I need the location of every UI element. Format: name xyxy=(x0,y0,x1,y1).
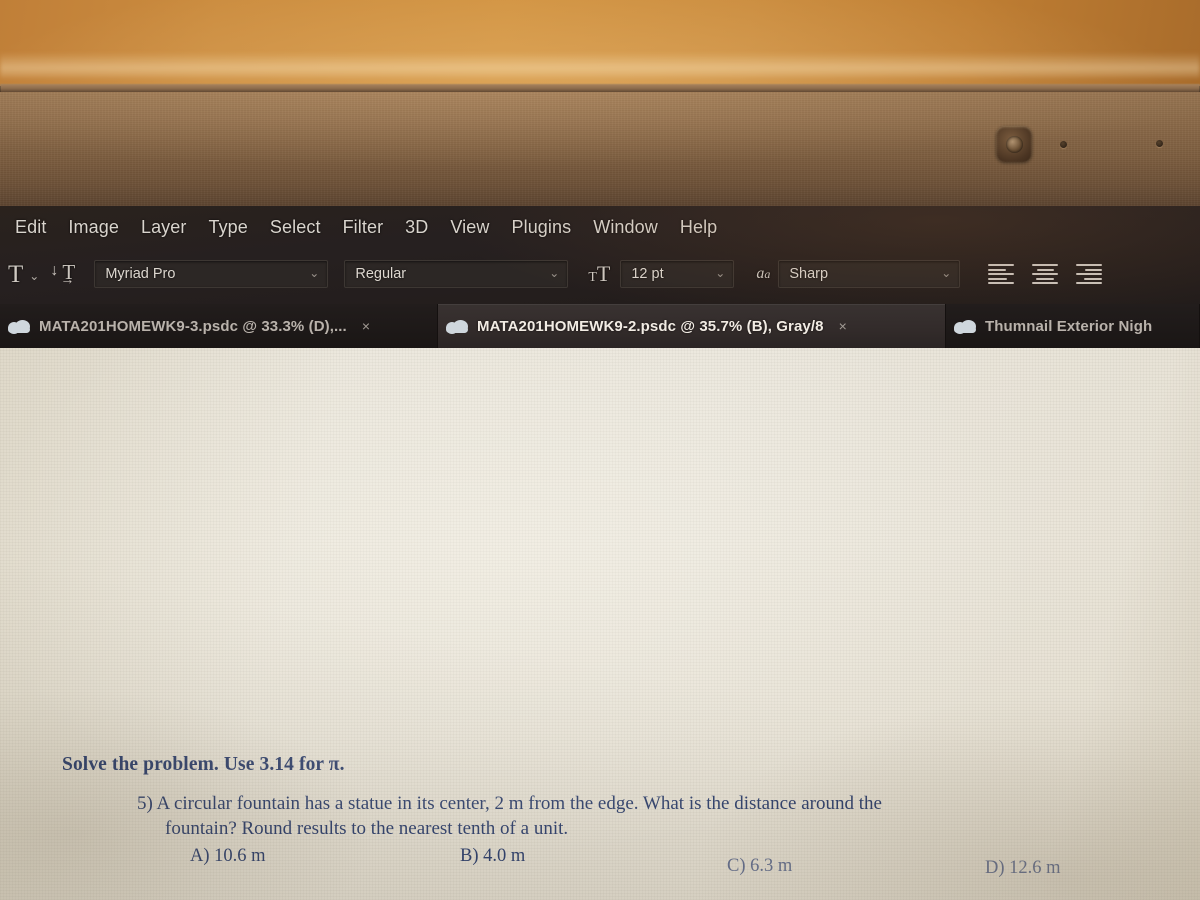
menu-item-help[interactable]: Help xyxy=(669,215,728,240)
webcam-lens-icon xyxy=(1006,136,1023,153)
q5-text-line-1: 5) A circular fountain has a statue in i… xyxy=(137,793,882,814)
menu-item-image[interactable]: Image xyxy=(57,215,130,240)
font-style-select[interactable]: Regular ⌄ xyxy=(344,260,569,288)
q5-option-a: A) 10.6 m xyxy=(190,846,266,866)
font-family-value: Myriad Pro xyxy=(105,266,176,282)
worksheet-content: Solve the problem. Use 3.14 for π. 5) A … xyxy=(0,348,1200,900)
font-style-value: Regular xyxy=(355,266,407,282)
arrow-right-icon: → xyxy=(60,271,75,287)
font-family-chevron-down-icon[interactable]: ⌄ xyxy=(309,266,319,280)
aa-icon-lower-a: a xyxy=(764,267,771,281)
paragraph-alignment-group xyxy=(984,261,1106,287)
menu-item-filter[interactable]: Filter xyxy=(332,215,395,240)
document-canvas[interactable]: Solve the problem. Use 3.14 for π. 5) A … xyxy=(0,348,1200,900)
menu-item-view[interactable]: View xyxy=(439,215,500,240)
q5-option-c: C) 6.3 m xyxy=(727,856,793,876)
type-tool-options-bar: T ⌄ ↓ T → Myriad Pro ⌄ Regular ⌄ TT 12 p… xyxy=(0,250,1200,298)
cloud-document-icon xyxy=(446,319,468,334)
anti-aliasing-chevron-down-icon[interactable]: ⌄ xyxy=(941,266,951,280)
font-size-icon-large-t: T xyxy=(596,261,611,286)
anti-aliasing-icon: aa xyxy=(756,265,770,283)
document-tab-2-close-icon[interactable]: × xyxy=(833,318,847,334)
cloud-document-icon xyxy=(8,319,30,334)
q5-heading: Solve the problem. Use 3.14 for π. xyxy=(62,754,345,775)
q5-option-d: D) 12.6 m xyxy=(985,858,1061,878)
anti-aliasing-value: Sharp xyxy=(789,266,829,282)
menu-item-type[interactable]: Type xyxy=(197,215,258,240)
arrow-down-icon: ↓ xyxy=(50,262,59,279)
menu-item-edit[interactable]: Edit xyxy=(4,215,57,240)
document-tab-2[interactable]: MATA201HOMEWK9-2.psdc @ 35.7% (B), Gray/… xyxy=(438,304,946,348)
microphone-hole-right xyxy=(1156,140,1163,147)
screenshot-root: Edit Image Layer Type Select Filter 3D V… xyxy=(0,0,1200,900)
document-tab-1-label: MATA201HOMEWK9-3.psdc @ 33.3% (D),... xyxy=(39,317,347,335)
font-size-icon-small-t: T xyxy=(588,270,597,285)
align-center-icon[interactable] xyxy=(1028,261,1062,287)
microphone-hole-left xyxy=(1060,141,1067,148)
cloud-document-icon xyxy=(954,319,976,334)
font-style-chevron-down-icon[interactable]: ⌄ xyxy=(549,266,559,280)
q5-option-b: B) 4.0 m xyxy=(460,846,526,866)
anti-aliasing-select[interactable]: Sharp ⌄ xyxy=(778,260,961,288)
document-tab-1-close-icon[interactable]: × xyxy=(356,318,370,334)
document-tab-bar: MATA201HOMEWK9-3.psdc @ 33.3% (D),... × … xyxy=(0,304,1200,348)
document-tab-3-label: Thumnail Exterior Nigh xyxy=(985,317,1153,335)
font-size-value: 12 pt xyxy=(631,266,664,282)
menu-item-plugins[interactable]: Plugins xyxy=(500,215,582,240)
menu-item-window[interactable]: Window xyxy=(582,215,669,240)
type-tool-icon[interactable]: T xyxy=(2,262,27,287)
menu-item-layer[interactable]: Layer xyxy=(130,215,198,240)
document-tab-1[interactable]: MATA201HOMEWK9-3.psdc @ 33.3% (D),... × xyxy=(0,304,438,348)
menu-item-3d[interactable]: 3D xyxy=(394,215,439,240)
font-family-select[interactable]: Myriad Pro ⌄ xyxy=(94,260,329,288)
wall-light-sheen xyxy=(0,52,1200,78)
tool-preset-chevron-down-icon[interactable]: ⌄ xyxy=(27,269,48,283)
align-right-icon[interactable] xyxy=(1072,261,1106,287)
font-size-select[interactable]: 12 pt ⌄ xyxy=(620,260,735,288)
menu-bar: Edit Image Layer Type Select Filter 3D V… xyxy=(0,206,1200,248)
document-tab-3[interactable]: Thumnail Exterior Nigh xyxy=(946,304,1200,348)
q5-text-line-2: fountain? Round results to the nearest t… xyxy=(165,818,569,839)
text-orientation-icon[interactable]: ↓ T → xyxy=(48,260,86,288)
font-size-chevron-down-icon[interactable]: ⌄ xyxy=(715,266,725,280)
font-size-icon: TT xyxy=(588,261,610,287)
document-tab-2-label: MATA201HOMEWK9-2.psdc @ 35.7% (B), Gray/… xyxy=(477,317,824,335)
menu-item-select[interactable]: Select xyxy=(259,215,332,240)
align-left-icon[interactable] xyxy=(984,261,1018,287)
